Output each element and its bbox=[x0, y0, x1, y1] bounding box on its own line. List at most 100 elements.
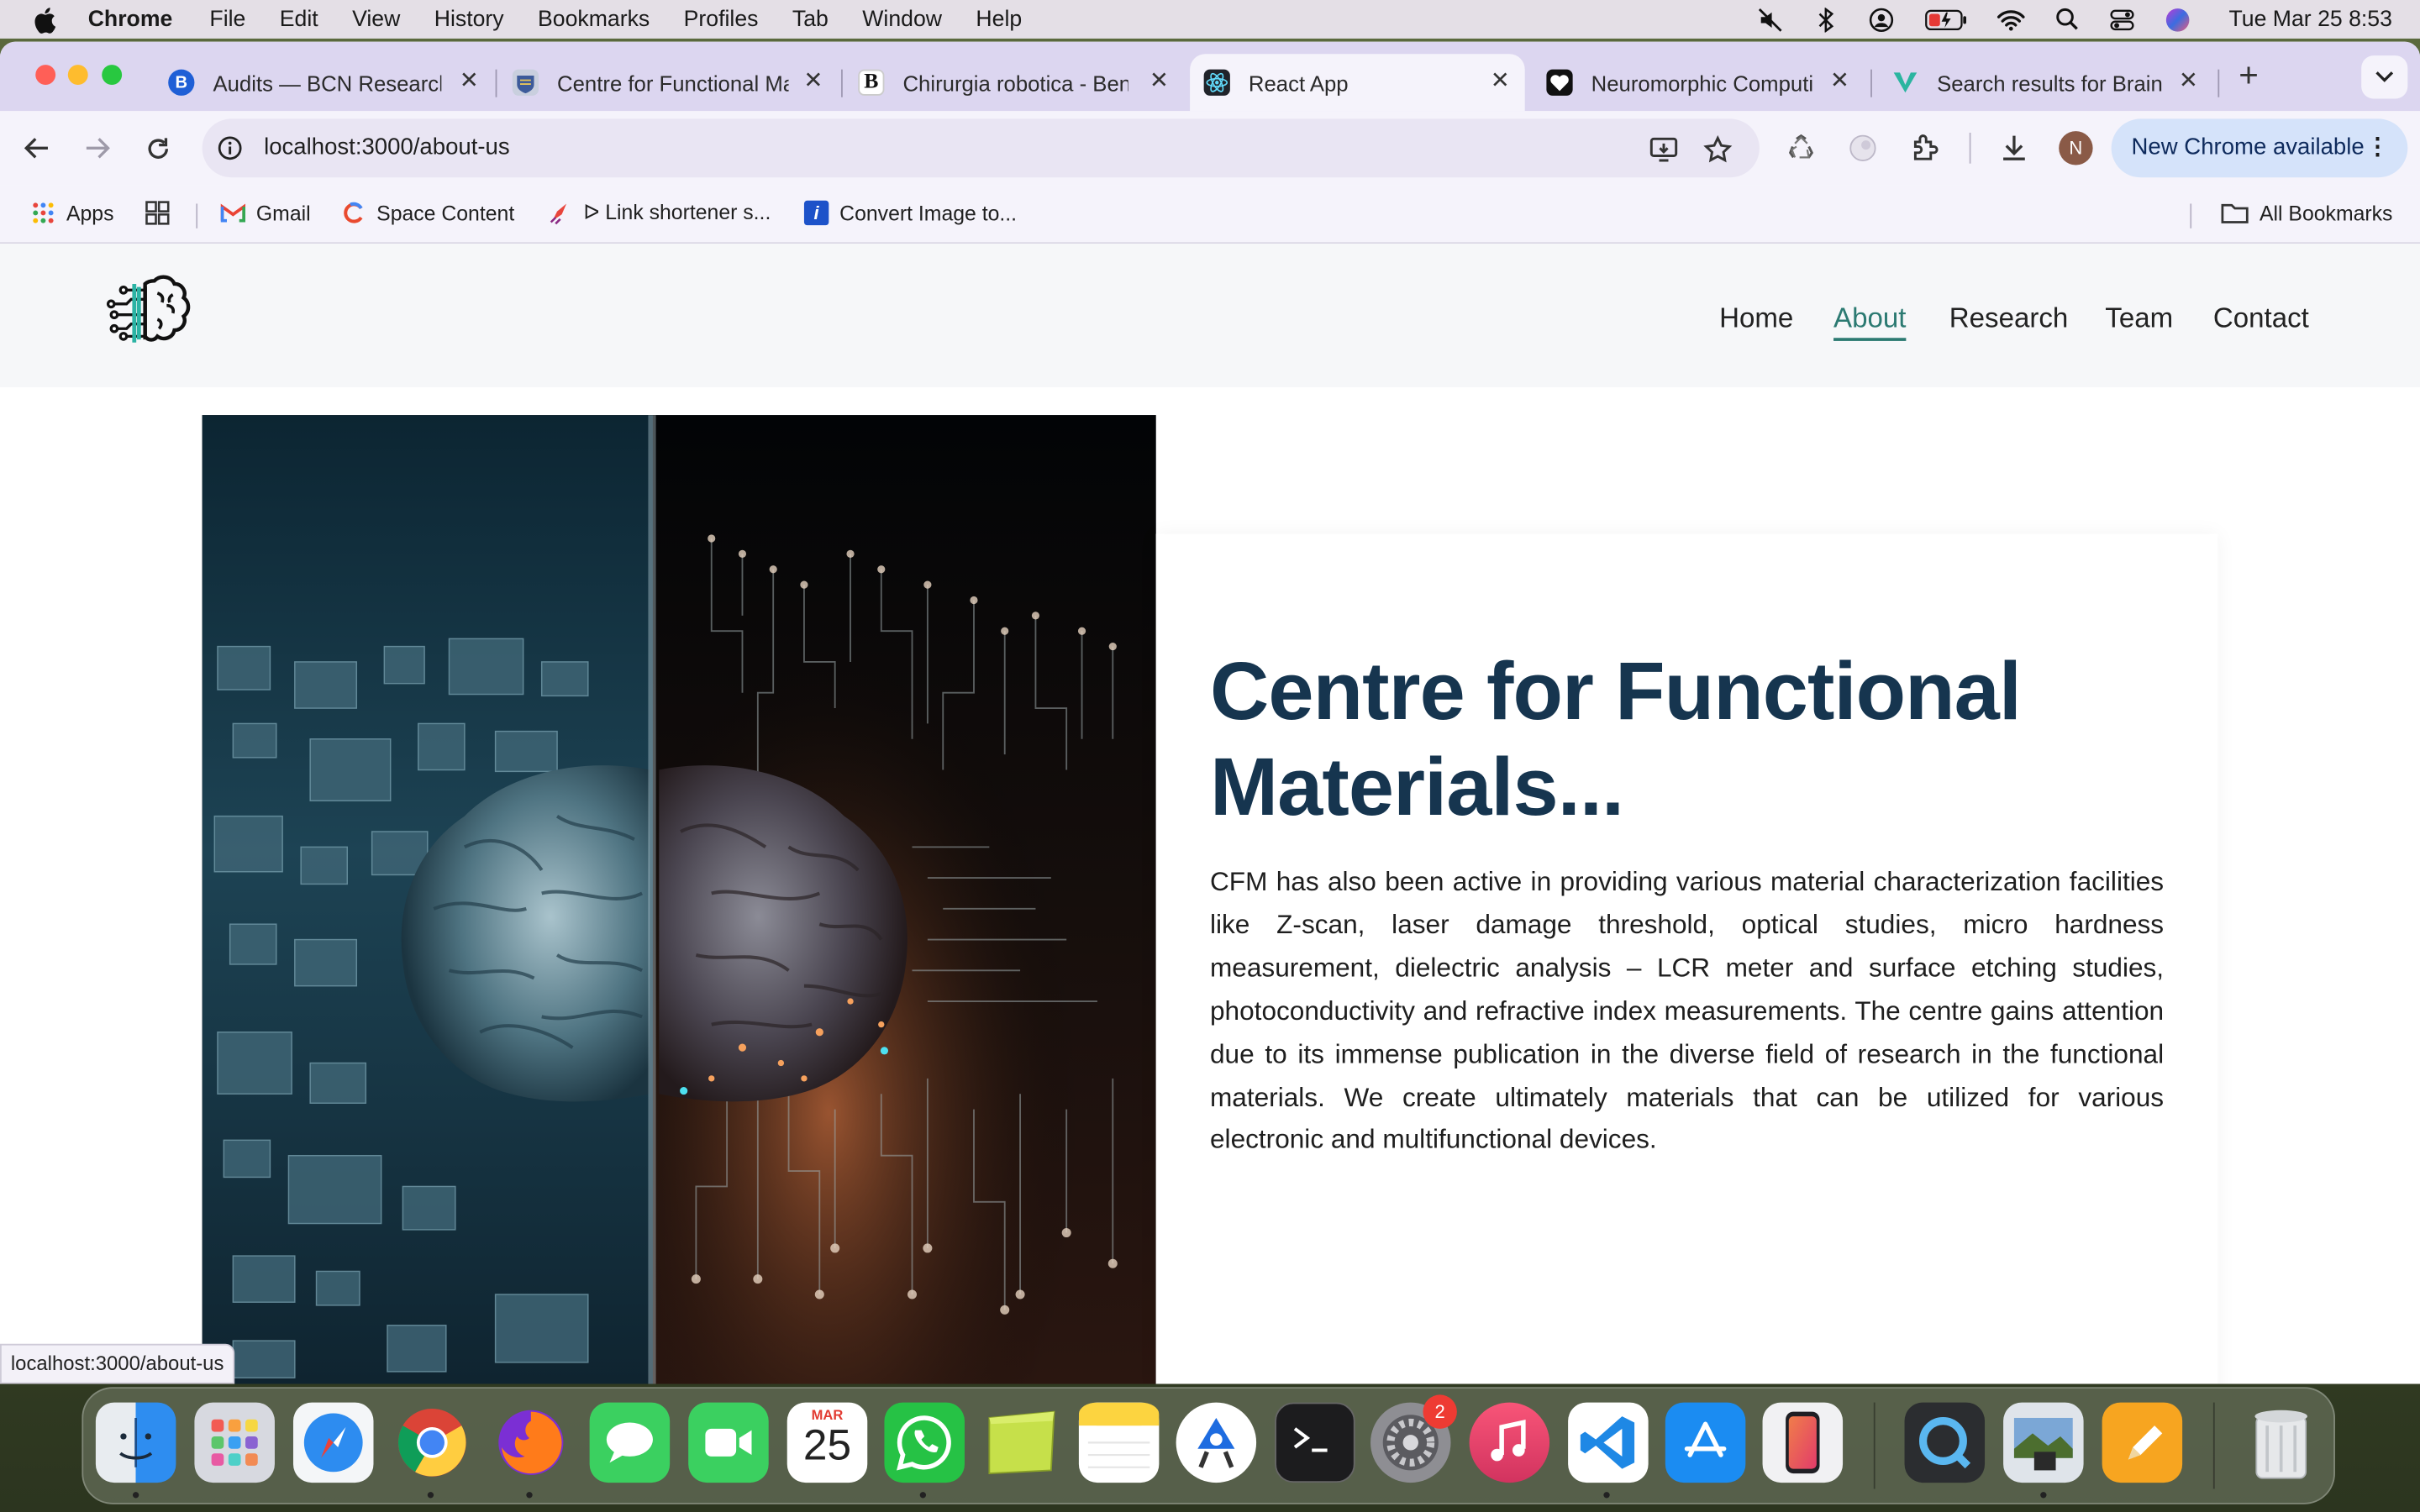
downloads-icon[interactable] bbox=[1997, 131, 2031, 165]
menu-app-name[interactable]: Chrome bbox=[88, 7, 173, 31]
safari-icon[interactable] bbox=[292, 1402, 374, 1483]
siri-icon[interactable] bbox=[2164, 7, 2191, 31]
bookmark-space-content[interactable]: Space Content bbox=[341, 201, 514, 225]
calendar-icon[interactable]: MAR 25 bbox=[786, 1402, 868, 1483]
terminal-icon[interactable] bbox=[1275, 1402, 1355, 1483]
itunes-music-icon[interactable] bbox=[1469, 1402, 1550, 1483]
bookmark-divider bbox=[2190, 203, 2192, 228]
menu-file[interactable]: File bbox=[209, 7, 245, 31]
user-account-icon[interactable] bbox=[1868, 7, 1896, 32]
back-button[interactable] bbox=[18, 129, 55, 166]
xcode-instruments-icon[interactable] bbox=[1176, 1402, 1257, 1483]
minimize-window-button[interactable] bbox=[67, 65, 88, 86]
nav-home[interactable]: Home bbox=[1719, 302, 1793, 335]
chrome-window: B Audits — BCN Research ✕ Centre for Fun… bbox=[0, 41, 2420, 1384]
facetime-icon[interactable] bbox=[688, 1402, 769, 1483]
zoom-window-button[interactable] bbox=[102, 65, 123, 86]
tab-chirurgia-robotica[interactable]: B Chirurgia robotica - Ben ✕ bbox=[844, 54, 1184, 111]
trash-icon[interactable] bbox=[2241, 1403, 2322, 1483]
nav-research[interactable]: Research bbox=[1949, 302, 2069, 335]
close-window-button[interactable] bbox=[35, 65, 56, 86]
more-menu-icon[interactable]: ⋮ bbox=[2366, 118, 2390, 177]
running-indicator bbox=[919, 1492, 927, 1499]
control-center-icon[interactable] bbox=[2108, 7, 2136, 31]
bookmark-convert-image[interactable]: i Convert Image to... bbox=[803, 200, 1017, 226]
wifi-icon[interactable] bbox=[1997, 7, 2025, 31]
circle-extension-icon[interactable] bbox=[1846, 131, 1880, 165]
menu-profiles[interactable]: Profiles bbox=[684, 7, 759, 31]
all-bookmarks-button[interactable]: All Bookmarks bbox=[2219, 201, 2392, 225]
firefox-icon[interactable] bbox=[491, 1403, 571, 1483]
tab-groups-icon[interactable] bbox=[145, 201, 170, 225]
close-tab-icon[interactable]: ✕ bbox=[1828, 69, 1852, 94]
pages-icon[interactable] bbox=[2102, 1402, 2183, 1483]
nav-about[interactable]: About bbox=[1833, 302, 1907, 341]
preview-icon[interactable] bbox=[2003, 1402, 2084, 1483]
finder-icon[interactable] bbox=[95, 1402, 176, 1483]
forward-button[interactable] bbox=[79, 129, 116, 166]
bookmark-link-shortener[interactable]: ᐅ Link shortener s... bbox=[548, 201, 771, 225]
tab-title: React App bbox=[1248, 70, 1349, 95]
chrome-icon[interactable] bbox=[392, 1403, 473, 1483]
close-tab-icon[interactable]: ✕ bbox=[2176, 69, 2201, 94]
tab-react-app[interactable]: React App ✕ bbox=[1190, 54, 1525, 112]
nav-team[interactable]: Team bbox=[2105, 302, 2173, 335]
iphone-mirroring-icon[interactable] bbox=[1762, 1402, 1844, 1483]
profile-avatar[interactable]: N bbox=[2059, 131, 2093, 165]
bookmark-apps[interactable]: Apps bbox=[31, 201, 114, 225]
reload-button[interactable] bbox=[139, 129, 176, 166]
calendar-day: 25 bbox=[802, 1420, 852, 1469]
apple-logo-icon[interactable] bbox=[33, 5, 60, 33]
bookmark-star-icon[interactable] bbox=[1702, 134, 1733, 165]
menu-window[interactable]: Window bbox=[862, 7, 942, 31]
messages-icon[interactable] bbox=[589, 1402, 671, 1483]
close-tab-icon[interactable]: ✕ bbox=[1488, 69, 1512, 94]
battery-charging-icon[interactable] bbox=[1923, 7, 1970, 31]
new-tab-button[interactable]: + bbox=[2232, 58, 2265, 92]
running-indicator bbox=[526, 1492, 533, 1499]
tab-strip: B Audits — BCN Research ✕ Centre for Fun… bbox=[0, 41, 2420, 112]
tab-audits[interactable]: B Audits — BCN Research ✕ bbox=[155, 54, 494, 111]
nav-contact[interactable]: Contact bbox=[2213, 302, 2309, 335]
url-text[interactable]: localhost:3000/about-us bbox=[264, 134, 510, 160]
whatsapp-icon[interactable] bbox=[884, 1402, 965, 1483]
tab-neuromorphic-computing[interactable]: Neuromorphic Computi ✕ bbox=[1531, 54, 1865, 111]
brain-circuit-logo-icon[interactable] bbox=[105, 269, 195, 359]
quicktime-icon[interactable] bbox=[1904, 1402, 1986, 1483]
extensions-puzzle-icon[interactable] bbox=[1907, 131, 1941, 165]
vscode-icon[interactable] bbox=[1568, 1402, 1649, 1483]
folder-icon bbox=[2219, 201, 2249, 225]
close-tab-icon[interactable]: ✕ bbox=[801, 69, 825, 94]
tab-centre-functional-materials[interactable]: Centre for Functional Ma ✕ bbox=[498, 54, 838, 111]
tab-title: Centre for Functional Ma bbox=[557, 70, 789, 95]
tab-search-button[interactable] bbox=[2361, 55, 2408, 99]
clock[interactable]: Tue Mar 25 8:53 bbox=[2229, 7, 2392, 31]
notes-icon[interactable] bbox=[1078, 1402, 1160, 1483]
tab-separator bbox=[495, 69, 497, 97]
menu-tab[interactable]: Tab bbox=[792, 7, 829, 31]
tab-search-results-brain[interactable]: Search results for Brain ✕ bbox=[1876, 54, 2212, 111]
close-tab-icon[interactable]: ✕ bbox=[1147, 69, 1171, 94]
menu-edit[interactable]: Edit bbox=[280, 7, 318, 31]
bookmark-gmail[interactable]: Gmail bbox=[220, 201, 311, 225]
install-app-icon[interactable] bbox=[1649, 134, 1680, 165]
bookmark-label: All Bookmarks bbox=[2259, 201, 2393, 225]
gmail-icon bbox=[220, 201, 246, 225]
address-bar[interactable]: localhost:3000/about-us bbox=[202, 118, 1760, 178]
stickies-icon[interactable] bbox=[981, 1403, 1062, 1483]
menu-bookmarks[interactable]: Bookmarks bbox=[538, 7, 650, 31]
new-chrome-available-button[interactable]: New Chrome available ⋮ bbox=[2111, 118, 2408, 178]
site-info-icon[interactable] bbox=[218, 136, 242, 160]
menu-view[interactable]: View bbox=[352, 7, 400, 31]
app-store-icon[interactable] bbox=[1665, 1402, 1746, 1483]
menu-history[interactable]: History bbox=[434, 7, 504, 31]
launchpad-icon[interactable] bbox=[194, 1402, 275, 1483]
update-label: New Chrome available bbox=[2131, 134, 2365, 161]
spotlight-search-icon[interactable] bbox=[2053, 7, 2081, 31]
menu-help[interactable]: Help bbox=[976, 7, 1022, 31]
bluetooth-icon[interactable] bbox=[1812, 7, 1840, 32]
mute-icon[interactable] bbox=[1756, 7, 1784, 31]
info-i-icon: i bbox=[803, 200, 829, 226]
close-tab-icon[interactable]: ✕ bbox=[457, 69, 481, 94]
recycle-extension-icon[interactable] bbox=[1784, 131, 1818, 165]
